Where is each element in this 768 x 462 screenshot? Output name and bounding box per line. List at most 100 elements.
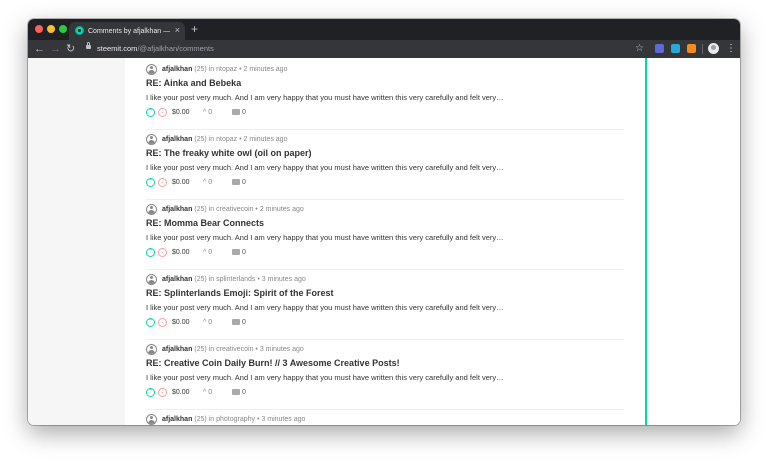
reply-count[interactable]: 0 bbox=[242, 108, 246, 117]
page-viewport[interactable]: afjalkhan (25) in ntopaz • 2 minutes ago… bbox=[28, 58, 740, 425]
comment-excerpt[interactable]: I like your post very much. And I am ver… bbox=[146, 163, 504, 173]
reputation: (25) bbox=[194, 346, 207, 353]
payout-value[interactable]: $0.00 bbox=[172, 248, 190, 257]
maximize-window-button[interactable] bbox=[59, 25, 67, 33]
community-link[interactable]: in ntopaz bbox=[209, 66, 237, 73]
vote-count-value: 0 bbox=[208, 319, 213, 326]
address-bar[interactable]: steemit.com/@afjalkhan/comments bbox=[97, 43, 214, 55]
comment-excerpt[interactable]: I like your post very much. And I am ver… bbox=[146, 373, 504, 383]
community-link[interactable]: in ntopaz bbox=[209, 136, 237, 143]
community-link[interactable]: in creativecoin bbox=[209, 346, 254, 353]
url-domain: steemit.com bbox=[97, 44, 138, 53]
comment-item: afjalkhan (25) in creativecoin • 2 minut… bbox=[146, 204, 626, 274]
avatar-icon[interactable] bbox=[146, 274, 157, 285]
author-link[interactable]: afjalkhan bbox=[162, 136, 192, 143]
community-link[interactable]: in photography bbox=[209, 416, 255, 423]
reply-icon[interactable] bbox=[232, 389, 240, 395]
downvote-icon[interactable]: ⌄ bbox=[158, 388, 167, 397]
steemit-favicon-icon bbox=[75, 26, 84, 35]
timestamp[interactable]: • 2 minutes ago bbox=[239, 136, 287, 143]
comment-title[interactable]: RE: The freaky white owl (oil on paper) bbox=[146, 147, 312, 159]
reputation: (25) bbox=[194, 276, 207, 283]
vote-count-value: 0 bbox=[208, 249, 213, 256]
upvote-icon[interactable]: ⌃ bbox=[146, 178, 155, 187]
comment-excerpt[interactable]: I like your post very much. And I am ver… bbox=[146, 303, 504, 313]
timestamp[interactable]: • 3 minutes ago bbox=[257, 276, 305, 283]
bookmark-star-icon[interactable]: ☆ bbox=[635, 42, 644, 55]
vote-count[interactable]: ^ 0 bbox=[203, 108, 212, 117]
vote-count[interactable]: ^ 0 bbox=[203, 178, 212, 187]
reply-count[interactable]: 0 bbox=[242, 178, 246, 187]
comment-meta: afjalkhan (25) in ntopaz • 2 minutes ago bbox=[162, 65, 287, 75]
extension-icon[interactable] bbox=[655, 44, 664, 53]
timestamp[interactable]: • 3 minutes ago bbox=[255, 346, 303, 353]
comment-meta: afjalkhan (25) in splinterlands • 3 minu… bbox=[162, 275, 306, 285]
reputation: (25) bbox=[194, 206, 207, 213]
comment-excerpt[interactable]: I like your post very much. And I am ver… bbox=[146, 233, 504, 243]
reply-icon[interactable] bbox=[232, 179, 240, 185]
avatar-icon[interactable] bbox=[146, 204, 157, 215]
author-link[interactable]: afjalkhan bbox=[162, 416, 192, 423]
downvote-icon[interactable]: ⌄ bbox=[158, 178, 167, 187]
author-link[interactable]: afjalkhan bbox=[162, 206, 192, 213]
tab-strip: Comments by afjalkhan — Steemit × + bbox=[28, 19, 740, 40]
extension-icon[interactable] bbox=[687, 44, 696, 53]
reply-count[interactable]: 0 bbox=[242, 318, 246, 327]
vote-count[interactable]: ^ 0 bbox=[203, 248, 212, 257]
comment-title[interactable]: RE: Momma Bear Connects bbox=[146, 217, 264, 229]
extension-icon[interactable] bbox=[671, 44, 680, 53]
comment-excerpt[interactable]: I like your post very much. And I am ver… bbox=[146, 93, 504, 103]
reply-icon[interactable] bbox=[232, 109, 240, 115]
payout-value[interactable]: $0.00 bbox=[172, 388, 190, 397]
browser-toolbar: ← → ↻ steemit.com/@afjalkhan/comments ☆ … bbox=[28, 40, 740, 58]
downvote-icon[interactable]: ⌄ bbox=[158, 108, 167, 117]
upvote-icon[interactable]: ⌃ bbox=[146, 248, 155, 257]
comment-meta: afjalkhan (25) in ntopaz • 2 minutes ago bbox=[162, 135, 287, 145]
upvote-icon[interactable]: ⌃ bbox=[146, 388, 155, 397]
close-window-button[interactable] bbox=[35, 25, 43, 33]
vote-count[interactable]: ^ 0 bbox=[203, 318, 212, 327]
avatar-icon[interactable] bbox=[146, 414, 157, 425]
reload-button[interactable]: ↻ bbox=[66, 42, 75, 56]
author-link[interactable]: afjalkhan bbox=[162, 276, 192, 283]
tab-close-icon[interactable]: × bbox=[175, 25, 180, 36]
new-tab-button[interactable]: + bbox=[191, 22, 198, 36]
back-button[interactable]: ← bbox=[34, 42, 45, 56]
timestamp[interactable]: • 2 minutes ago bbox=[239, 66, 287, 73]
author-link[interactable]: afjalkhan bbox=[162, 346, 192, 353]
vote-count-value: 0 bbox=[208, 109, 213, 116]
reply-icon[interactable] bbox=[232, 249, 240, 255]
upvote-icon[interactable]: ⌃ bbox=[146, 318, 155, 327]
reputation: (25) bbox=[194, 136, 207, 143]
downvote-icon[interactable]: ⌄ bbox=[158, 318, 167, 327]
community-link[interactable]: in splinterlands bbox=[209, 276, 256, 283]
timestamp[interactable]: • 3 minutes ago bbox=[257, 416, 305, 423]
comment-item: afjalkhan (25) in ntopaz • 2 minutes ago… bbox=[146, 64, 626, 134]
timestamp[interactable]: • 2 minutes ago bbox=[255, 206, 303, 213]
comment-title[interactable]: RE: Creative Coin Daily Burn! // 3 Aweso… bbox=[146, 357, 400, 369]
payout-value[interactable]: $0.00 bbox=[172, 178, 190, 187]
author-link[interactable]: afjalkhan bbox=[162, 66, 192, 73]
community-link[interactable]: in creativecoin bbox=[209, 206, 254, 213]
comment-title[interactable]: RE: Ainka and Bebeka bbox=[146, 77, 241, 89]
comment-meta: afjalkhan (25) in creativecoin • 3 minut… bbox=[162, 345, 304, 355]
reply-count[interactable]: 0 bbox=[242, 248, 246, 257]
browser-window: Comments by afjalkhan — Steemit × + ← → … bbox=[28, 19, 740, 425]
avatar-icon[interactable] bbox=[146, 344, 157, 355]
lock-icon[interactable] bbox=[86, 42, 91, 49]
forward-button[interactable]: → bbox=[50, 42, 61, 56]
payout-value[interactable]: $0.00 bbox=[172, 318, 190, 327]
vote-count[interactable]: ^ 0 bbox=[203, 388, 212, 397]
minimize-window-button[interactable] bbox=[47, 25, 55, 33]
upvote-icon[interactable]: ⌃ bbox=[146, 108, 155, 117]
payout-value[interactable]: $0.00 bbox=[172, 108, 190, 117]
reply-icon[interactable] bbox=[232, 319, 240, 325]
comment-title[interactable]: RE: Splinterlands Emoji: Spirit of the F… bbox=[146, 287, 334, 299]
downvote-icon[interactable]: ⌄ bbox=[158, 248, 167, 257]
reply-count[interactable]: 0 bbox=[242, 388, 246, 397]
browser-menu-icon[interactable]: ⋮ bbox=[726, 42, 736, 55]
avatar-icon[interactable] bbox=[146, 64, 157, 75]
tab-steemit-comments[interactable]: Comments by afjalkhan — Steemit × bbox=[69, 22, 185, 40]
avatar-icon[interactable] bbox=[146, 134, 157, 145]
profile-avatar-icon[interactable] bbox=[708, 43, 719, 54]
